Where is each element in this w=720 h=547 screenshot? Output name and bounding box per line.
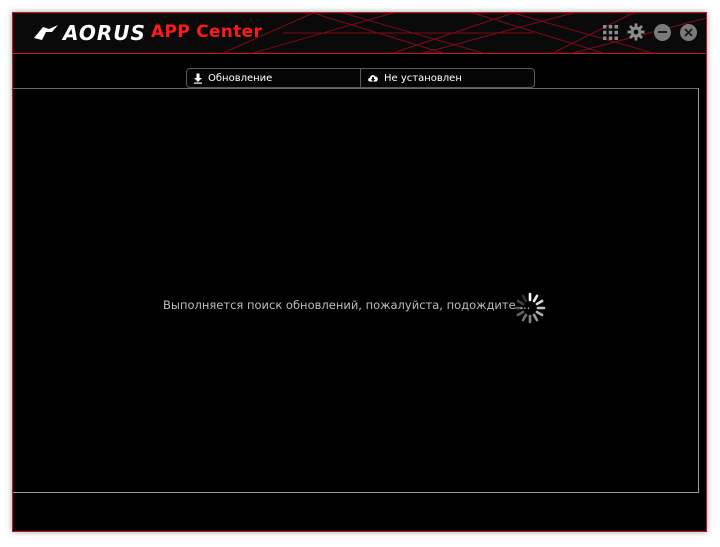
loading-spinner-icon xyxy=(514,292,546,324)
eagle-logo-icon xyxy=(34,25,58,40)
tab-not-installed-label: Не установлен xyxy=(384,72,462,84)
app-title: APP Center xyxy=(151,22,263,42)
minimize-icon xyxy=(653,23,671,41)
tab-not-installed[interactable]: Не установлен xyxy=(360,69,534,87)
gear-icon[interactable] xyxy=(626,22,646,42)
window-controls xyxy=(600,22,698,42)
minimize-button[interactable] xyxy=(652,22,672,42)
download-icon xyxy=(194,73,202,84)
grid-icon[interactable] xyxy=(600,22,620,42)
tab-updates[interactable]: Обновление xyxy=(187,69,360,87)
tab-updates-label: Обновление xyxy=(208,72,273,84)
cloud-download-icon xyxy=(368,75,378,82)
content-area: Выполняется поиск обновлений, пожалуйста… xyxy=(13,88,699,493)
aorus-logo: AORUS xyxy=(33,21,146,45)
close-icon xyxy=(679,23,697,41)
brand-name: AORUS xyxy=(63,21,146,45)
app-window: AORUS APP Center Обновление Не установле… xyxy=(12,12,707,532)
status-text: Выполняется поиск обновлений, пожалуйста… xyxy=(163,298,531,312)
close-button[interactable] xyxy=(678,22,698,42)
title-bar: AORUS APP Center xyxy=(13,13,706,54)
scrollbar[interactable] xyxy=(689,89,698,492)
tab-bar: Обновление Не установлен xyxy=(186,68,535,88)
